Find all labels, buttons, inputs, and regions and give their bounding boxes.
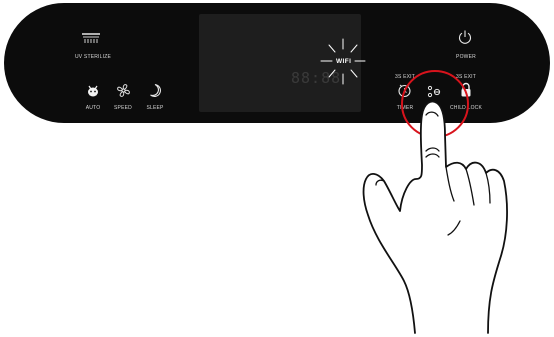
speed-label: SPEED [114, 105, 132, 111]
uv-sterilize-label: UV STERILIZE [74, 54, 112, 60]
moon-icon[interactable] [148, 83, 162, 98]
auto-label: AUTO [85, 105, 101, 111]
pointing-hand-illustration [362, 100, 508, 334]
fan-icon[interactable] [116, 83, 131, 98]
uv-lamp-icon[interactable] [80, 31, 102, 45]
power-label: POWER [456, 54, 476, 60]
wifi-indicator-label: WIFI [336, 58, 352, 65]
sleep-label: SLEEP [146, 105, 164, 111]
power-icon[interactable] [457, 29, 473, 45]
auto-bug-icon[interactable] [86, 84, 100, 98]
